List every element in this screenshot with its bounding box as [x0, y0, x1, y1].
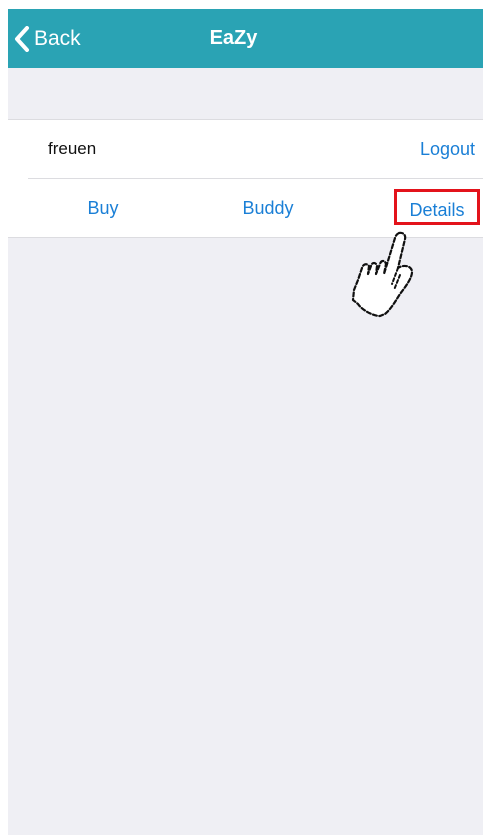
page-title-text: EaZy — [209, 27, 258, 49]
username-label: freuen — [48, 139, 97, 158]
buddy-button[interactable]: Buddy — [228, 179, 308, 237]
account-card: freuen Logout Buy Buddy Details — [8, 119, 483, 238]
hand-pointer-icon — [340, 230, 420, 330]
user-row: freuen Logout — [8, 120, 483, 178]
back-button[interactable]: Back — [14, 9, 81, 68]
buy-button[interactable]: Buy — [68, 179, 138, 237]
app-screen: Back EaZy freuen Logout Buy Buddy Detail… — [8, 9, 483, 835]
back-label: Back — [34, 26, 81, 50]
navigation-bar: Back EaZy — [8, 9, 483, 68]
logout-button[interactable]: Logout — [420, 120, 475, 178]
actions-row: Buy Buddy Details — [8, 179, 483, 237]
chevron-left-icon — [14, 25, 30, 52]
details-button[interactable]: Details — [394, 189, 480, 225]
